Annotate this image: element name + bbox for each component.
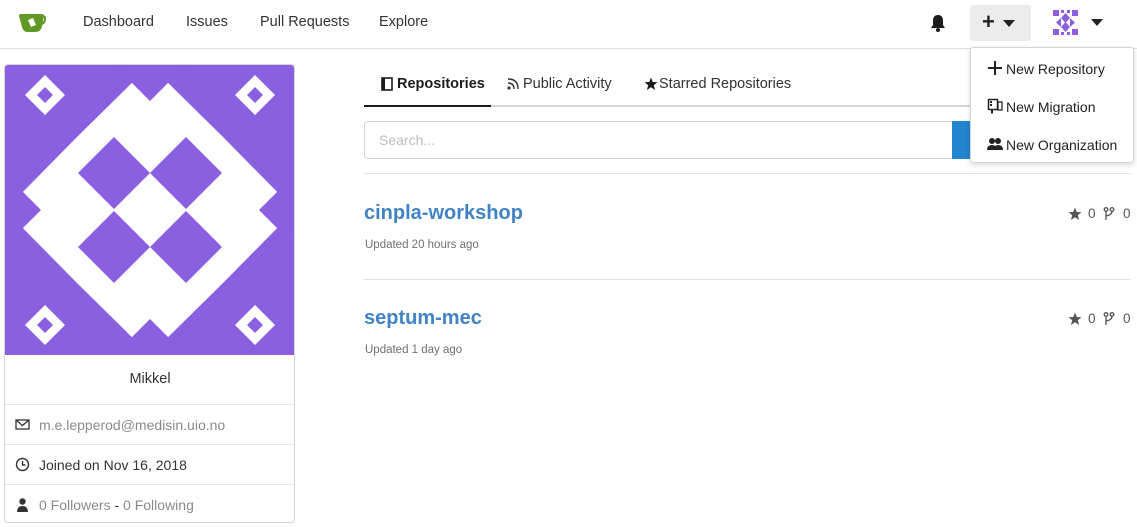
chevron-down-icon [1003,20,1015,27]
profile-avatar [5,65,294,355]
tab-label: Starred Repositories [659,76,792,92]
search-button[interactable] [952,121,972,159]
star-count: 0 [1088,206,1096,221]
star-icon [1068,207,1082,220]
profile-email-link[interactable]: m.e.lepperod@medisin.uio.no [39,417,225,433]
tab-public-activity[interactable]: Public Activity [505,64,625,107]
fork-count: 0 [1123,206,1131,221]
profile-email-row: m.e.lepperod@medisin.uio.no [5,404,294,444]
gitea-logo-icon[interactable] [18,12,46,34]
following-link[interactable]: 0 Following [123,497,194,513]
menu-item-new-repository[interactable]: New Repository [971,50,1133,86]
menu-item-new-migration[interactable]: New Migration [971,88,1133,124]
mail-icon [15,419,30,430]
follow-separator: - [110,497,124,513]
nav-issues[interactable]: Issues [186,14,228,30]
create-new-button[interactable]: + [970,5,1031,41]
top-navbar: Dashboard Issues Pull Requests Explore + [0,0,1137,49]
user-avatar[interactable] [1053,10,1078,35]
profile-name: Mikkel [129,371,171,387]
tab-label: Repositories [397,76,485,92]
book-icon [381,77,393,91]
profile-follow-text: 0 Followers - 0 Following [39,497,194,513]
divider [364,279,1131,280]
repo-clone-icon [987,98,1003,114]
plus-icon: + [982,9,995,34]
repo-updated-time: Updated 20 hours ago [365,239,479,251]
repo-search-input[interactable] [364,121,954,159]
nav-dashboard[interactable]: Dashboard [83,14,154,30]
profile-joined-text: Joined on Nov 16, 2018 [39,457,187,473]
tab-label: Public Activity [523,76,612,92]
organization-icon [987,138,1003,150]
menu-item-label: New Repository [1006,61,1105,77]
tab-repositories[interactable]: Repositories [364,64,491,107]
followers-link[interactable]: 0 Followers [39,497,111,513]
rss-icon [507,78,519,90]
clock-icon [15,457,30,472]
divider [364,173,1131,174]
repo-link-cinpla-workshop[interactable]: cinpla-workshop [364,202,523,225]
nav-explore[interactable]: Explore [379,14,428,30]
person-icon [17,498,28,512]
repo-link-septum-mec[interactable]: septum-mec [364,307,482,330]
user-menu-chevron-down-icon[interactable] [1091,19,1103,26]
profile-card: Mikkel m.e.lepperod@medisin.uio.no Joine… [4,64,295,523]
menu-item-label: New Organization [1006,137,1118,153]
fork-count: 0 [1123,311,1131,326]
star-icon [1068,312,1082,325]
plus-icon [988,61,1002,75]
nav-pull-requests[interactable]: Pull Requests [260,14,349,30]
fork-icon [1103,312,1115,325]
repo-stats: 0 0 [1068,311,1134,327]
fork-icon [1103,207,1115,220]
profile-follow-row: 0 Followers - 0 Following [5,484,294,522]
create-menu: New Repository New Migration New Organiz… [970,47,1134,163]
repo-updated-time: Updated 1 day ago [365,344,463,356]
star-icon [644,77,658,90]
menu-item-label: New Migration [1006,99,1096,115]
star-count: 0 [1088,311,1096,326]
tab-starred-repositories[interactable]: Starred Repositories [643,64,793,107]
menu-item-new-organization[interactable]: New Organization [971,126,1133,162]
bell-icon[interactable] [930,14,946,32]
profile-joined-row: Joined on Nov 16, 2018 [5,444,294,484]
repo-stats: 0 0 [1068,206,1134,222]
